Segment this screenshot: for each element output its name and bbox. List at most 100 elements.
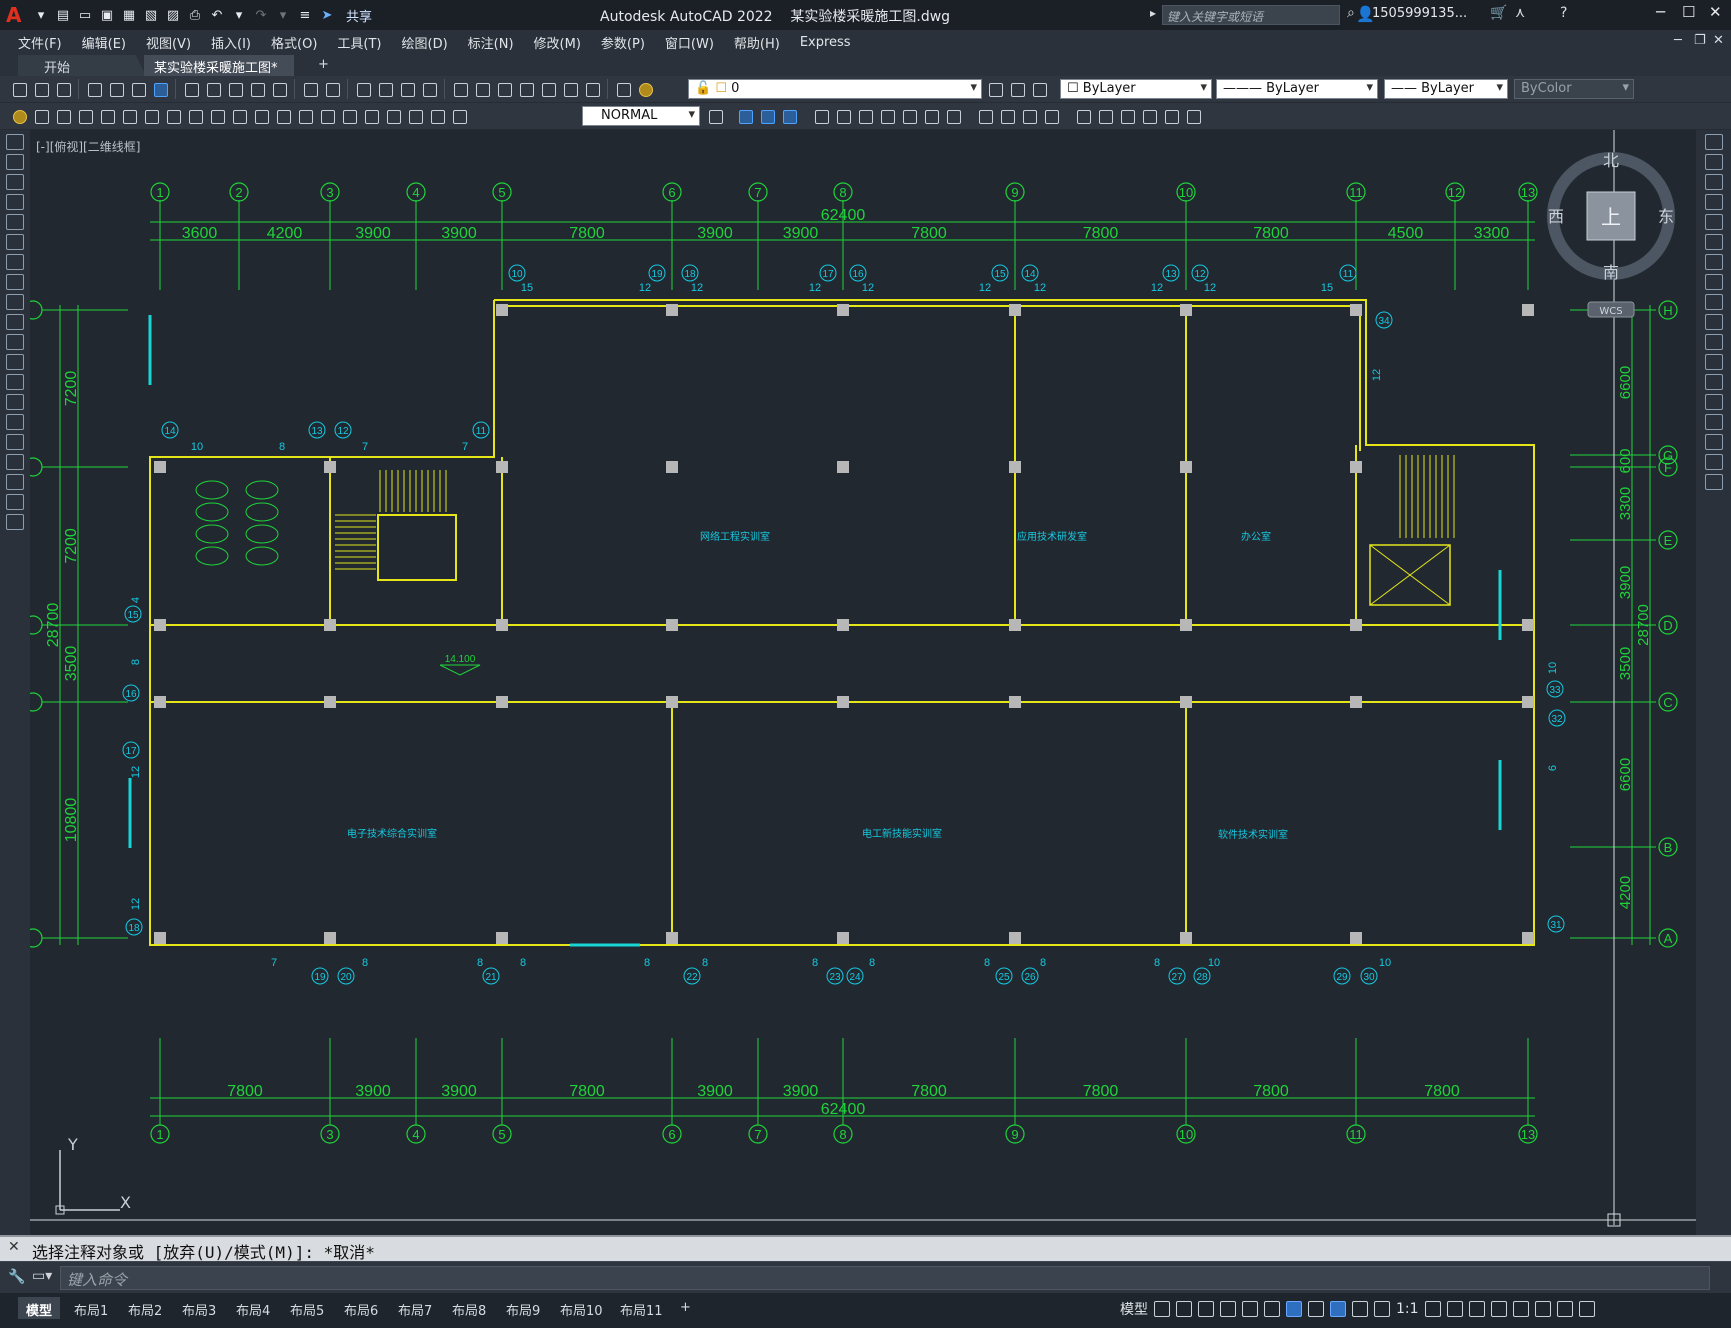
new-file-icon[interactable]: ▤ xyxy=(54,6,72,24)
south-label[interactable]: 南 xyxy=(1603,263,1619,282)
extend-icon[interactable] xyxy=(1042,107,1060,125)
menu-express[interactable]: Express xyxy=(790,35,861,50)
insert-block-icon[interactable] xyxy=(6,354,24,370)
menu-format[interactable]: 格式(O) xyxy=(261,33,327,52)
center-mark-icon[interactable] xyxy=(340,107,358,125)
command-input[interactable]: 键入命令 xyxy=(60,1266,1710,1290)
workspace-gear-icon[interactable] xyxy=(1424,1301,1441,1317)
tab-layout10[interactable]: 布局10 xyxy=(552,1297,611,1319)
3d-print-icon[interactable] xyxy=(151,80,169,98)
help-search-input[interactable]: 键入关键字或短语 xyxy=(1162,5,1340,25)
menu-draw[interactable]: 绘图(D) xyxy=(392,33,458,52)
stretch-icon[interactable] xyxy=(856,107,874,125)
clean-screen-icon[interactable] xyxy=(1556,1301,1573,1317)
zoom-window-icon[interactable] xyxy=(398,80,416,98)
save-icon[interactable]: ▣ xyxy=(98,6,116,24)
menu-edit[interactable]: 编辑(E) xyxy=(72,33,136,52)
ellipse-arc-icon[interactable] xyxy=(6,334,24,350)
circle-icon[interactable] xyxy=(6,254,24,270)
tab-layout1[interactable]: 布局1 xyxy=(66,1297,116,1319)
copy-icon[interactable] xyxy=(204,80,222,98)
scale-icon[interactable] xyxy=(922,107,940,125)
layer-state-icon[interactable] xyxy=(1030,80,1048,98)
tab-layout8[interactable]: 布局8 xyxy=(444,1297,494,1319)
mtext-icon[interactable] xyxy=(6,494,24,510)
floor-plan[interactable]: 1 2 3 4 5 6 7 8 9 10 11 12 131 3 4 5 6 7 8 9 10 11 13HGFEDCBA … xyxy=(30,130,1696,1235)
model-space-button[interactable]: 模型 xyxy=(1120,1299,1148,1319)
drawing-area[interactable]: 1 2 3 4 5 6 7 8 9 10 11 12 13 1 3 4 5 6 7 8 9 10 11 13 H G F E D C B A … xyxy=(30,130,1696,1235)
offset-icon[interactable] xyxy=(998,107,1016,125)
viewport-controls[interactable]: [-][俯视][二维线框] xyxy=(36,138,140,155)
lineweight-icon[interactable] xyxy=(1308,1301,1324,1317)
blend-icon[interactable] xyxy=(1704,454,1723,470)
scale-icon[interactable] xyxy=(1704,274,1723,290)
open-icon[interactable] xyxy=(32,80,50,98)
snap-icon[interactable] xyxy=(1176,1301,1192,1317)
redo-icon[interactable] xyxy=(323,80,341,98)
search-expand-icon[interactable]: ▸ xyxy=(1150,6,1156,20)
break-at-point-icon[interactable] xyxy=(1704,354,1723,370)
menu-insert[interactable]: 插入(I) xyxy=(201,33,261,52)
attach-icon[interactable] xyxy=(1118,107,1136,125)
grid-icon[interactable] xyxy=(1154,1301,1170,1317)
web-open-icon[interactable]: ▧ xyxy=(142,6,160,24)
east-label[interactable]: 东 xyxy=(1658,207,1674,226)
redo-dropdown-icon[interactable]: ▾ xyxy=(274,6,292,24)
line-icon[interactable] xyxy=(6,134,24,150)
zoom-previous-icon[interactable] xyxy=(420,80,438,98)
menu-parametric[interactable]: 参数(P) xyxy=(591,33,655,52)
hatch-icon[interactable] xyxy=(6,414,24,430)
draworder-back-icon[interactable] xyxy=(758,107,776,125)
add-layout-button[interactable]: + xyxy=(672,1297,699,1319)
app-menu-arrow-icon[interactable]: ▾ xyxy=(32,6,50,24)
hatch-icon[interactable] xyxy=(1140,107,1158,125)
dim-space-icon[interactable] xyxy=(274,107,292,125)
customization-icon[interactable] xyxy=(1578,1301,1595,1317)
dim-arc-icon[interactable] xyxy=(76,107,94,125)
viewcube[interactable]: 上 北 南 西 东 WCS xyxy=(1540,150,1680,320)
rotate-icon[interactable] xyxy=(1704,254,1723,270)
tab-layout5[interactable]: 布局5 xyxy=(282,1297,332,1319)
redo-icon[interactable]: ↷ xyxy=(252,6,270,24)
annotation-visibility-icon[interactable] xyxy=(1330,1301,1346,1317)
cart-icon[interactable]: 🛒 xyxy=(1490,5,1507,21)
menu-tools[interactable]: 工具(T) xyxy=(327,33,391,52)
save-as-icon[interactable]: ▦ xyxy=(120,6,138,24)
menu-modify[interactable]: 修改(M) xyxy=(524,33,591,52)
pan-icon[interactable] xyxy=(354,80,372,98)
plotstyle-dropdown[interactable]: ByColor ▾ xyxy=(1514,79,1634,99)
match-properties-icon[interactable] xyxy=(248,80,266,98)
undo-dropdown-icon[interactable]: ▾ xyxy=(230,6,248,24)
layer-previous-icon[interactable] xyxy=(1008,80,1026,98)
tolerance-icon[interactable] xyxy=(318,107,336,125)
auto-scale-icon[interactable] xyxy=(1352,1301,1368,1317)
dim-linear-icon[interactable] xyxy=(32,107,50,125)
paste-icon[interactable] xyxy=(226,80,244,98)
extend-icon[interactable] xyxy=(1704,334,1723,350)
menu-window[interactable]: 窗口(W) xyxy=(655,33,724,52)
help-icon[interactable] xyxy=(583,80,601,98)
region-icon[interactable] xyxy=(6,454,24,470)
dim-aligned-icon[interactable] xyxy=(54,107,72,125)
tab-layout3[interactable]: 布局3 xyxy=(174,1297,224,1319)
menu-view[interactable]: 视图(V) xyxy=(136,33,201,52)
properties-icon[interactable] xyxy=(451,80,469,98)
calculator-icon[interactable] xyxy=(561,80,579,98)
explode-icon[interactable] xyxy=(1704,474,1723,490)
dim-text-edit-icon[interactable] xyxy=(428,107,446,125)
draworder-above-icon[interactable] xyxy=(780,107,798,125)
tool-palettes-icon[interactable] xyxy=(495,80,513,98)
trim-icon[interactable] xyxy=(1020,107,1038,125)
make-block-icon[interactable] xyxy=(6,374,24,390)
plot-icon[interactable] xyxy=(85,80,103,98)
gradient-icon[interactable] xyxy=(6,434,24,450)
open-file-icon[interactable]: ▭ xyxy=(76,6,94,24)
block-editor-icon[interactable] xyxy=(270,80,288,98)
polyline-icon[interactable] xyxy=(6,174,24,190)
close-command-icon[interactable]: ✕ xyxy=(8,1239,20,1255)
tab-model[interactable]: 模型 xyxy=(18,1297,61,1319)
dim-diameter-icon[interactable] xyxy=(164,107,182,125)
ortho-icon[interactable] xyxy=(1198,1301,1214,1317)
erase-icon[interactable] xyxy=(1704,134,1723,150)
isolate-objects-icon[interactable] xyxy=(1512,1301,1529,1317)
